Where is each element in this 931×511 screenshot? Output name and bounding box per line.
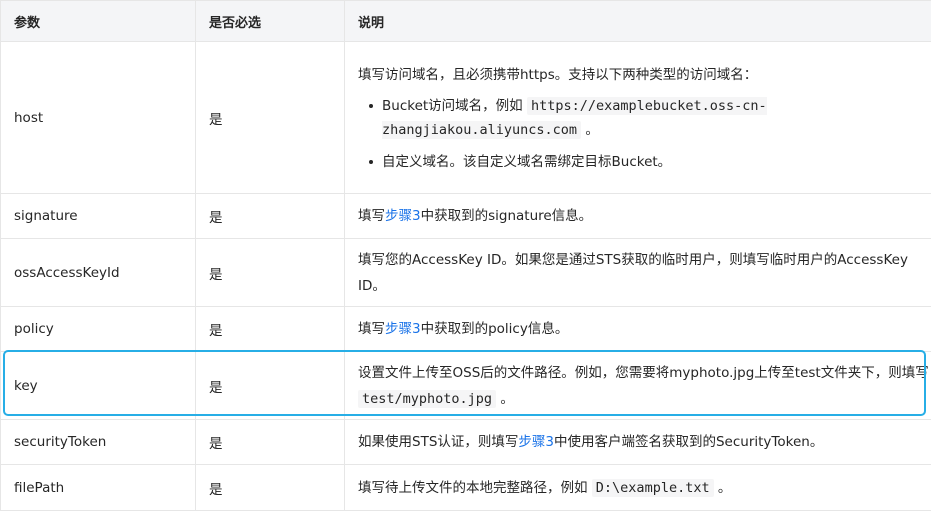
description-text-suffix: 中使用客户端签名获取到的SecurityToken。 <box>554 434 823 450</box>
description-text: 设置文件上传至OSS后的文件路径。例如，您需要将myphoto.jpg上传至te… <box>358 365 929 381</box>
description-cell: 填写步骤3中获取到的policy信息。 <box>345 307 931 352</box>
param-name: policy <box>1 307 196 352</box>
description-text-suffix: 中获取到的signature信息。 <box>421 208 593 224</box>
description-text: 填写待上传文件的本地完整路径，例如 <box>358 480 592 496</box>
header-param: 参数 <box>1 1 196 42</box>
table-row: filePath 是 填写待上传文件的本地完整路径，例如 D:\example.… <box>1 465 931 511</box>
table-row: host 是 填写访问域名，且必须携带https。支持以下两种类型的访问域名： … <box>1 42 931 194</box>
code-snippet: D:\example.txt <box>592 479 714 497</box>
param-name: signature <box>1 194 196 239</box>
list-item: 自定义域名。该自定义域名需绑定目标Bucket。 <box>369 150 931 174</box>
table-row: securityToken 是 如果使用STS认证，则填写步骤3中使用客户端签名… <box>1 420 931 465</box>
list-item: Bucket访问域名，例如 https://examplebucket.oss-… <box>369 94 931 142</box>
bullet-text-suffix: 。 <box>581 122 599 138</box>
required-value: 是 <box>196 42 345 194</box>
required-value: 是 <box>196 194 345 239</box>
description-text: 填写 <box>358 321 385 337</box>
bullet-dot-icon <box>369 160 373 164</box>
step3-link[interactable]: 步骤3 <box>385 208 421 224</box>
step3-link[interactable]: 步骤3 <box>518 434 554 450</box>
description-cell: 设置文件上传至OSS后的文件路径。例如，您需要将myphoto.jpg上传至te… <box>345 352 931 420</box>
description-text: 填写访问域名，且必须携带https。支持以下两种类型的访问域名： <box>358 62 931 88</box>
bullet-text: 自定义域名。该自定义域名需绑定目标Bucket。 <box>382 154 671 170</box>
required-value: 是 <box>196 465 345 511</box>
required-value: 是 <box>196 307 345 352</box>
param-name: host <box>1 42 196 194</box>
description-cell: 如果使用STS认证，则填写步骤3中使用客户端签名获取到的SecurityToke… <box>345 420 931 465</box>
description-text: 如果使用STS认证，则填写 <box>358 434 518 450</box>
param-name: key <box>1 352 196 420</box>
param-name: ossAccessKeyId <box>1 239 196 307</box>
code-snippet: test/myphoto.jpg <box>358 390 496 408</box>
param-name: filePath <box>1 465 196 511</box>
table-header-row: 参数 是否必选 说明 <box>1 1 931 42</box>
description-text-suffix: 。 <box>714 480 732 496</box>
description-text-suffix: 中获取到的policy信息。 <box>421 321 569 337</box>
table-row: ossAccessKeyId 是 填写您的AccessKey ID。如果您是通过… <box>1 239 931 307</box>
description-cell: 填写待上传文件的本地完整路径，例如 D:\example.txt 。 <box>345 465 931 511</box>
bullet-text: Bucket访问域名，例如 <box>382 98 527 114</box>
param-name: securityToken <box>1 420 196 465</box>
required-value: 是 <box>196 239 345 307</box>
table-row: signature 是 填写步骤3中获取到的signature信息。 <box>1 194 931 239</box>
bullet-dot-icon <box>369 104 373 108</box>
header-required: 是否必选 <box>196 1 345 42</box>
description-text: 填写 <box>358 208 385 224</box>
table-row: key 是 设置文件上传至OSS后的文件路径。例如，您需要将myphoto.jp… <box>1 352 931 420</box>
description-cell: 填写访问域名，且必须携带https。支持以下两种类型的访问域名： Bucket访… <box>345 42 931 194</box>
description-text-suffix: 。 <box>496 391 514 407</box>
required-value: 是 <box>196 420 345 465</box>
table-row: policy 是 填写步骤3中获取到的policy信息。 <box>1 307 931 352</box>
required-value: 是 <box>196 352 345 420</box>
bullet-list: Bucket访问域名，例如 https://examplebucket.oss-… <box>358 94 931 174</box>
description-cell: 填写步骤3中获取到的signature信息。 <box>345 194 931 239</box>
step3-link[interactable]: 步骤3 <box>385 321 421 337</box>
parameters-table: 参数 是否必选 说明 host 是 填写访问域名，且必须携带https。支持以下… <box>0 0 931 511</box>
header-description: 说明 <box>345 1 931 42</box>
description-cell: 填写您的AccessKey ID。如果您是通过STS获取的临时用户，则填写临时用… <box>345 239 931 307</box>
